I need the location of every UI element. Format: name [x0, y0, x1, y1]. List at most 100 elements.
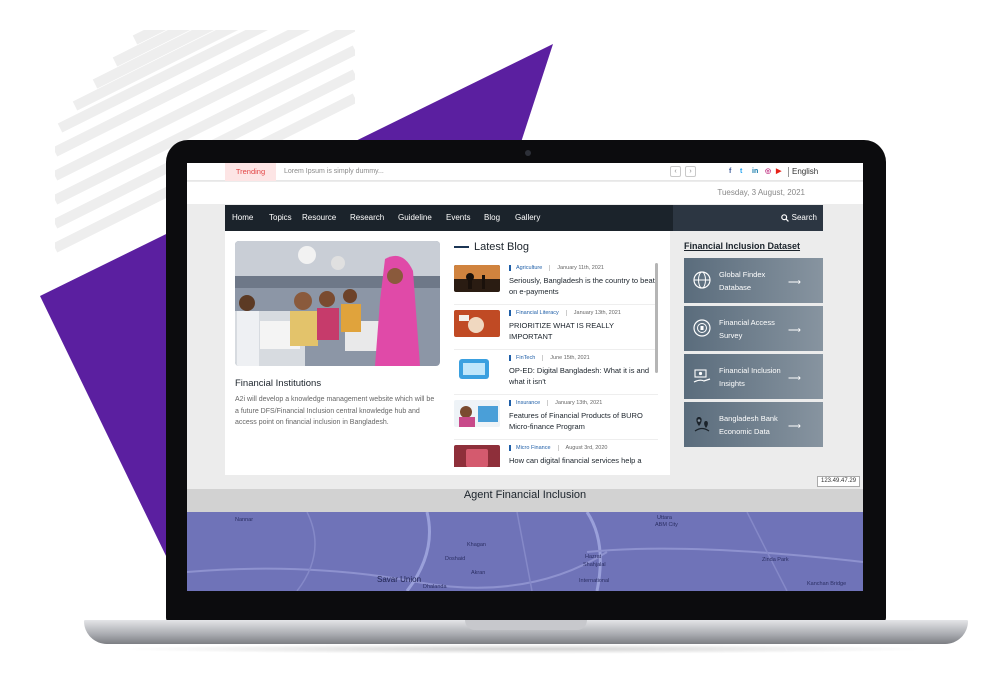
language-selector[interactable]: English [792, 163, 818, 181]
blog-category[interactable]: Agriculture [509, 265, 542, 271]
stage: Trending Lorem Ipsum is simply dummy... … [0, 0, 984, 680]
arrow-right-icon: ⟶ [788, 421, 801, 431]
ticker-next-button[interactable]: › [685, 166, 696, 177]
language-separator [788, 167, 789, 177]
map-label: Doshaid [445, 556, 466, 562]
instagram-icon[interactable]: ◎ [765, 166, 771, 177]
map-label: ABM City [655, 522, 678, 528]
search-icon [780, 214, 789, 222]
blog-post[interactable]: Micro Finance August 3rd, 2020 How can d… [454, 441, 658, 467]
dataset-card-inclusion-insights[interactable]: Financial Inclusion Insights ⟶ [684, 354, 823, 399]
blog-list: Agriculture January 11th, 2021 Seriously… [454, 261, 661, 467]
garment-workers-photo [235, 241, 440, 366]
nav-item-research[interactable]: Research [350, 205, 384, 231]
map-label: Kanchan Bridge [807, 581, 847, 587]
dataset-card-bangladesh-bank[interactable]: Bangladesh Bank Economic Data ⟶ [684, 402, 823, 447]
nav-item-home[interactable]: Home [232, 205, 253, 231]
trending-ticker[interactable]: Lorem Ipsum is simply dummy... [284, 163, 384, 181]
featured-image[interactable] [235, 241, 440, 366]
trending-badge[interactable]: Trending [225, 163, 276, 181]
blog-date: January 13th, 2021 [555, 400, 603, 406]
website-screen: Trending Lorem Ipsum is simply dummy... … [187, 163, 863, 591]
blog-thumbnail [454, 400, 500, 427]
map-label: Khagan [467, 542, 486, 548]
blog-thumbnail [454, 355, 500, 382]
blog-date: January 11th, 2021 [557, 265, 604, 271]
dataset-heading[interactable]: Financial Inclusion Dataset [684, 241, 800, 251]
blog-category[interactable]: FinTech [509, 355, 535, 361]
agent-section-header: Agent Financial Inclusion [187, 489, 863, 512]
blog-date: June 15th, 2021 [550, 355, 590, 361]
blog-category[interactable]: Financial Literacy [509, 310, 559, 316]
current-date: Tuesday, 3 August, 2021 [717, 188, 805, 197]
search-button[interactable]: Search [780, 205, 817, 231]
twitter-icon[interactable]: t [740, 166, 742, 177]
nav-item-resource[interactable]: Resource [302, 205, 336, 231]
linkedin-icon[interactable]: in [752, 166, 758, 177]
laptop-notch [465, 620, 587, 630]
blog-category[interactable]: Insurance [509, 400, 540, 406]
main-navigation: Home Topics Resource Research Guideline … [225, 205, 823, 231]
featured-title[interactable]: Financial Institutions [235, 378, 321, 389]
blog-meta: Insurance January 13th, 2021 [509, 400, 602, 406]
blog-title[interactable]: Features of Financial Products of BURO M… [509, 411, 659, 432]
dataset-card-global-findex[interactable]: Global Findex Database ⟶ [684, 258, 823, 303]
map-label: Shahjalal [583, 562, 606, 568]
blog-thumbnail [454, 310, 500, 337]
blog-meta: Financial Literacy January 13th, 2021 [509, 310, 621, 316]
map-label: Hazrat [585, 554, 602, 560]
blog-title[interactable]: How can digital financial services help … [509, 456, 659, 467]
blog-thumbnail [454, 265, 500, 292]
date-bar: Tuesday, 3 August, 2021 [187, 182, 863, 204]
map-label: Zinda Park [762, 557, 789, 563]
arrow-right-icon: ⟶ [788, 277, 801, 287]
nav-item-blog[interactable]: Blog [484, 205, 500, 231]
youtube-icon[interactable]: ▶ [776, 166, 781, 177]
camera-icon [525, 150, 531, 156]
map-roads [187, 512, 863, 591]
blog-title[interactable]: OP-ED: Digital Bangladesh: What it is an… [509, 366, 659, 387]
dataset-card-label: Global Findex Database [719, 270, 766, 292]
blog-category[interactable]: Micro Finance [509, 445, 551, 451]
latest-blog-heading: Latest Blog [454, 241, 529, 253]
blog-post[interactable]: Financial Literacy January 13th, 2021 PR… [454, 306, 658, 350]
imf-seal-icon [693, 319, 711, 337]
featured-description: A2i will develop a knowledge management … [235, 396, 435, 426]
ticker-prev-button[interactable]: ‹ [670, 166, 681, 177]
agent-section-title: Agent Financial Inclusion [463, 489, 587, 501]
map-label: Uttara [657, 515, 672, 521]
main-content: Financial Institutions A2i will develop … [225, 231, 670, 475]
ip-address-badge: 123.49.47.29 [817, 476, 861, 487]
blog-post[interactable]: FinTech June 15th, 2021 OP-ED: Digital B… [454, 351, 658, 395]
dataset-card-financial-access[interactable]: Financial Access Survey ⟶ [684, 306, 823, 351]
map-label: International [579, 578, 610, 584]
dataset-card-label: Financial Access Survey [719, 318, 775, 340]
heading-accent-bar [454, 246, 469, 248]
blog-title[interactable]: PRIORITIZE WHAT IS REALLY IMPORTANT [509, 321, 659, 342]
agent-map[interactable]: Nannar Khagan Doshaid Akran Savar Union … [187, 512, 863, 591]
nav-item-gallery[interactable]: Gallery [515, 205, 540, 231]
facebook-icon[interactable]: f [729, 166, 731, 177]
blog-date: January 13th, 2021 [573, 310, 621, 316]
map-pin-icon [694, 417, 710, 432]
latest-blog-title: Latest Blog [474, 241, 530, 253]
blog-title[interactable]: Seriously, Bangladesh is the country to … [509, 276, 659, 297]
nav-item-guideline[interactable]: Guideline [398, 205, 432, 231]
blog-scrollbar[interactable] [655, 263, 658, 373]
blog-date: August 3rd, 2020 [565, 445, 608, 451]
nav-item-topics[interactable]: Topics [269, 205, 292, 231]
map-label: Dhalanda [423, 584, 447, 590]
globe-icon [693, 271, 711, 289]
map-label: Nannar [235, 517, 254, 523]
blog-post[interactable]: Insurance January 13th, 2021 Features of… [454, 396, 658, 440]
blog-meta: Micro Finance August 3rd, 2020 [509, 445, 607, 451]
money-hand-icon [693, 369, 711, 383]
map-label: Savar Union [377, 575, 422, 584]
blog-thumbnail [454, 445, 500, 467]
blog-meta: FinTech June 15th, 2021 [509, 355, 590, 361]
search-label: Search [791, 213, 817, 222]
nav-item-events[interactable]: Events [446, 205, 470, 231]
arrow-right-icon: ⟶ [788, 325, 801, 335]
search-area: Search [673, 205, 823, 231]
blog-post[interactable]: Agriculture January 11th, 2021 Seriously… [454, 261, 658, 305]
